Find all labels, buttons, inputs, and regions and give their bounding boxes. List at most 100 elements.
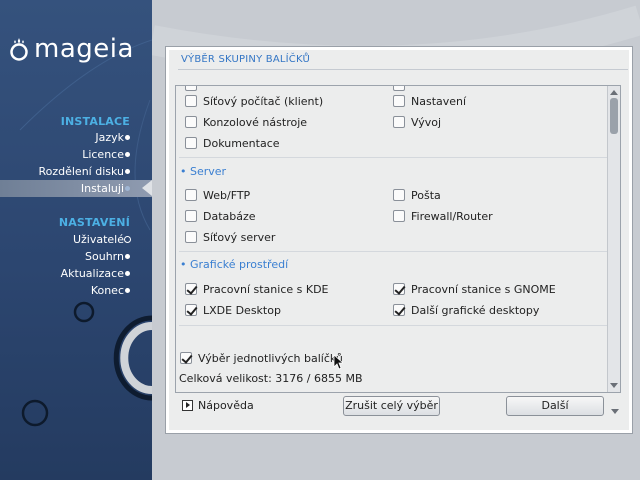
checkbox[interactable] [185,137,197,149]
checkbox-label: Nastavení [411,94,467,108]
checkbox-documentation[interactable]: Dokumentace [185,135,280,151]
vertical-scrollbar[interactable] [607,86,620,392]
checkbox[interactable] [393,95,405,107]
checkbox[interactable] [185,86,197,91]
checkbox[interactable] [393,86,405,91]
group-header-label: Server [190,165,227,178]
done-dot-icon [125,169,130,174]
checkbox-label: Pracovní stanice s KDE [203,282,329,296]
title-divider [178,69,628,70]
group-divider [179,157,609,158]
scrollbar-thumb[interactable] [610,98,618,134]
checkbox[interactable] [185,231,197,243]
checkbox-label: Dokumentace [203,136,280,150]
checkbox-row-hidden[interactable] [393,86,411,93]
checkbox-label: LXDE Desktop [203,303,281,317]
checkbox-web-ftp[interactable]: Web/FTP [185,187,250,203]
checkbox-label: Databáze [203,209,256,223]
nav-item-updates: Aktualizace [0,265,152,282]
checkbox-checked[interactable] [185,304,197,316]
nav-item-language: Jazyk [0,129,152,146]
nav-item-label: Souhrn [85,250,124,263]
checkbox-label: Konzolové nástroje [203,115,308,129]
mouse-cursor-icon [333,354,343,370]
checkbox-firewall-router[interactable]: Firewall/Router [393,208,493,224]
group-divider [179,251,609,252]
group-header-graphical-environment: • Grafické prostředí [180,258,288,271]
checkbox-checked[interactable] [180,352,192,364]
checkbox-row-hidden[interactable] [185,86,203,93]
done-dot-icon [125,152,130,157]
checkbox-label: Síťový počítač (klient) [203,94,324,108]
nav-item-license: Licence [0,146,152,163]
package-group-panel: VÝBĚR SKUPINY BALÍČKŮ Síťový počítač (kl… [165,46,633,434]
checkbox-label: Firewall/Router [411,209,493,223]
nav-item-installing: Instaluji [0,180,152,197]
checkbox[interactable] [185,210,197,222]
checkbox-label: Další grafické desktopy [411,303,540,317]
nav-item-label: Aktualizace [60,267,124,280]
checkbox-configuration[interactable]: Nastavení [393,93,466,109]
todo-dot-icon [125,288,130,293]
nav-item-label: Jazyk [95,131,124,144]
checkbox-mail[interactable]: Pošta [393,187,441,203]
current-dot-icon [125,186,130,191]
help-button[interactable]: Nápověda [182,399,254,412]
group-header-server: • Server [180,165,226,178]
nav-item-label: Rozdělení disku [38,165,124,178]
done-dot-icon [125,135,130,140]
panel-scroll-down-arrow-icon[interactable] [611,409,619,414]
panel-title: VÝBĚR SKUPINY BALÍČKŮ [181,54,310,65]
checkbox-database[interactable]: Databáze [185,208,256,224]
todo-dot-icon [125,254,130,259]
checkbox-individual-packages[interactable]: Výběr jednotlivých balíčků [180,350,343,366]
deselect-all-button[interactable]: Zrušit celý výběr [343,396,440,416]
bullet-icon: • [180,165,190,178]
nav-section-install: INSTALACE [60,115,130,128]
checkbox-label: Pracovní stanice s GNOME [411,282,556,296]
mageia-logo-icon [10,38,28,61]
bullet-icon: • [180,258,190,271]
mageia-logo: mageia [8,33,134,65]
nav-item-users: Uživatelé [0,231,152,248]
help-label: Nápověda [198,399,254,412]
nav-item-summary: Souhrn [0,248,152,265]
checkbox[interactable] [185,189,197,201]
todo-dot-icon [125,271,130,276]
checkbox-checked[interactable] [393,283,405,295]
checkbox-other-desktops[interactable]: Další grafické desktopy [393,302,539,318]
total-size-text: Celková velikost: 3176 / 6855 MB [179,372,363,385]
checkbox-label: Vývoj [411,115,442,129]
checkbox[interactable] [393,210,405,222]
checkbox-development[interactable]: Vývoj [393,114,441,130]
nav-item-label: Licence [82,148,124,161]
checkbox-kde-workstation[interactable]: Pracovní stanice s KDE [185,281,329,297]
package-group-list[interactable]: Síťový počítač (klient) Nastavení Konzol… [175,85,621,393]
checkbox[interactable] [393,189,405,201]
checkbox[interactable] [393,116,405,128]
next-button[interactable]: Další [506,396,604,416]
help-arrow-icon [182,400,193,411]
group-divider [179,325,609,326]
scroll-down-arrow-icon[interactable] [610,383,618,388]
checkbox-checked[interactable] [185,283,197,295]
logo-wordmark: mageia [34,34,134,64]
checkbox-label: Výběr jednotlivých balíčků [198,351,343,365]
installer-sidebar: mageia INSTALACE Jazyk Licence Rozdělení… [0,0,152,480]
next-ring-icon [124,236,131,243]
nav-item-label: Instaluji [80,182,124,195]
checkbox-console-tools[interactable]: Konzolové nástroje [185,114,307,130]
checkbox[interactable] [185,95,197,107]
checkbox-lxde-desktop[interactable]: LXDE Desktop [185,302,281,318]
nav-item-finish: Konec [0,282,152,299]
checkbox-network-server[interactable]: Síťový server [185,229,275,245]
scroll-up-arrow-icon[interactable] [610,90,618,95]
nav-item-partitioning: Rozdělení disku [0,163,152,180]
checkbox[interactable] [185,116,197,128]
current-step-arrow-icon [142,180,152,196]
checkbox-label: Síťový server [203,230,276,244]
checkbox-checked[interactable] [393,304,405,316]
checkbox-network-client[interactable]: Síťový počítač (klient) [185,93,323,109]
nav-item-label: Uživatelé [72,233,124,246]
checkbox-gnome-workstation[interactable]: Pracovní stanice s GNOME [393,281,556,297]
